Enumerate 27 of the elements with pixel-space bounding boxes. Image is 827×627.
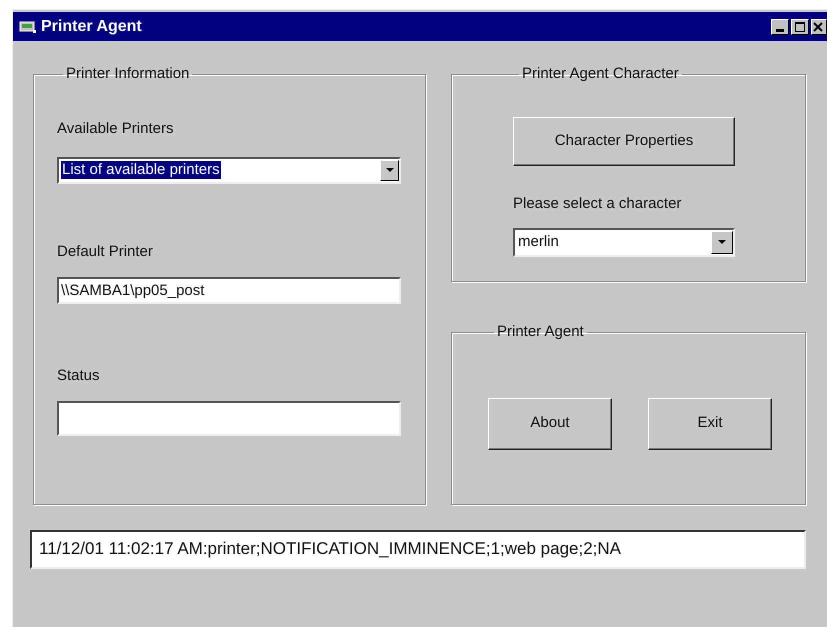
character-dropdown[interactable]: merlin xyxy=(513,228,735,256)
group-title: Printer Agent xyxy=(496,322,585,342)
maximize-button[interactable] xyxy=(791,18,809,34)
field-label: Please select a character xyxy=(513,194,682,210)
minimize-icon xyxy=(776,28,784,32)
group-title: Printer Information xyxy=(65,64,190,84)
exit-button[interactable]: Exit xyxy=(648,398,772,450)
printer-dropdown[interactable]: List of available printers xyxy=(57,156,401,184)
log-field[interactable]: 11/12/01 11:02:17 AM:printer;NOTIFICATION_IMMINENCE;1;web page;2;NA xyxy=(30,530,806,569)
dropdown-arrow-button[interactable] xyxy=(380,160,399,180)
character-properties-button[interactable]: Character Properties xyxy=(513,116,735,166)
caret-icon xyxy=(718,240,726,244)
window-title: Printer Agent xyxy=(41,16,142,36)
field-label: Default Printer xyxy=(57,242,154,258)
field-label: Status xyxy=(57,366,101,382)
caret-icon xyxy=(386,168,394,172)
app-icon xyxy=(19,18,37,34)
maximize-icon xyxy=(795,22,805,32)
about-button[interactable]: About xyxy=(488,398,612,450)
group-title: Printer Agent Character xyxy=(521,64,680,84)
minimize-button[interactable] xyxy=(771,18,789,34)
status-field[interactable] xyxy=(57,400,401,436)
default-printer-field[interactable]: \\SAMBA1\pp05_post xyxy=(57,276,401,304)
close-button[interactable] xyxy=(811,18,827,34)
dropdown-arrow-button[interactable] xyxy=(711,230,733,254)
close-icon xyxy=(813,22,823,32)
field-label: Available Printers xyxy=(57,118,174,136)
